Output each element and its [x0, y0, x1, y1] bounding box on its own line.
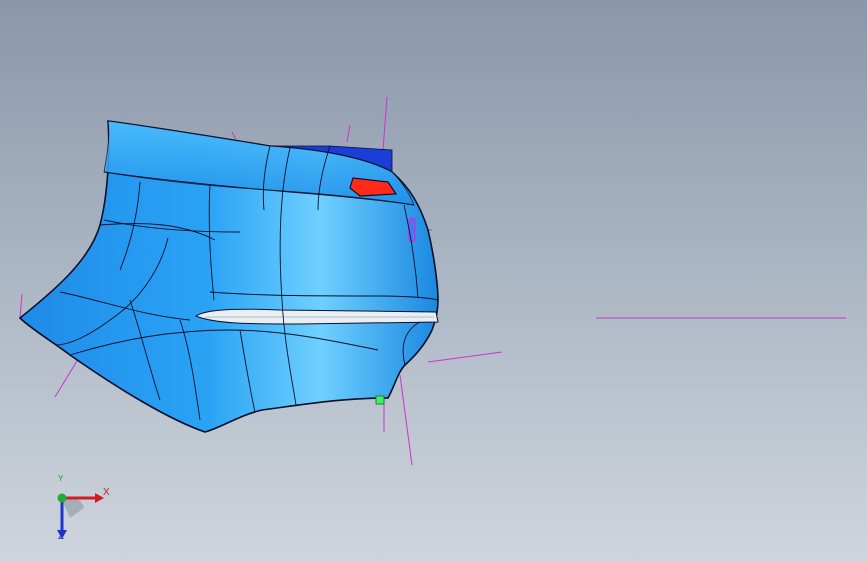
side-sensor [408, 217, 416, 243]
3d-viewport[interactable]: X Y Z [0, 0, 867, 562]
z-axis-label: Z [58, 531, 65, 542]
chrome-trim-strip [194, 308, 439, 325]
orientation-triad[interactable]: X Y Z [40, 474, 120, 548]
y-axis-label: Y [58, 474, 64, 483]
mounting-clip [375, 395, 385, 405]
model-view[interactable] [0, 0, 867, 562]
y-axis-dot [57, 493, 67, 503]
x-axis-label: X [103, 487, 110, 498]
